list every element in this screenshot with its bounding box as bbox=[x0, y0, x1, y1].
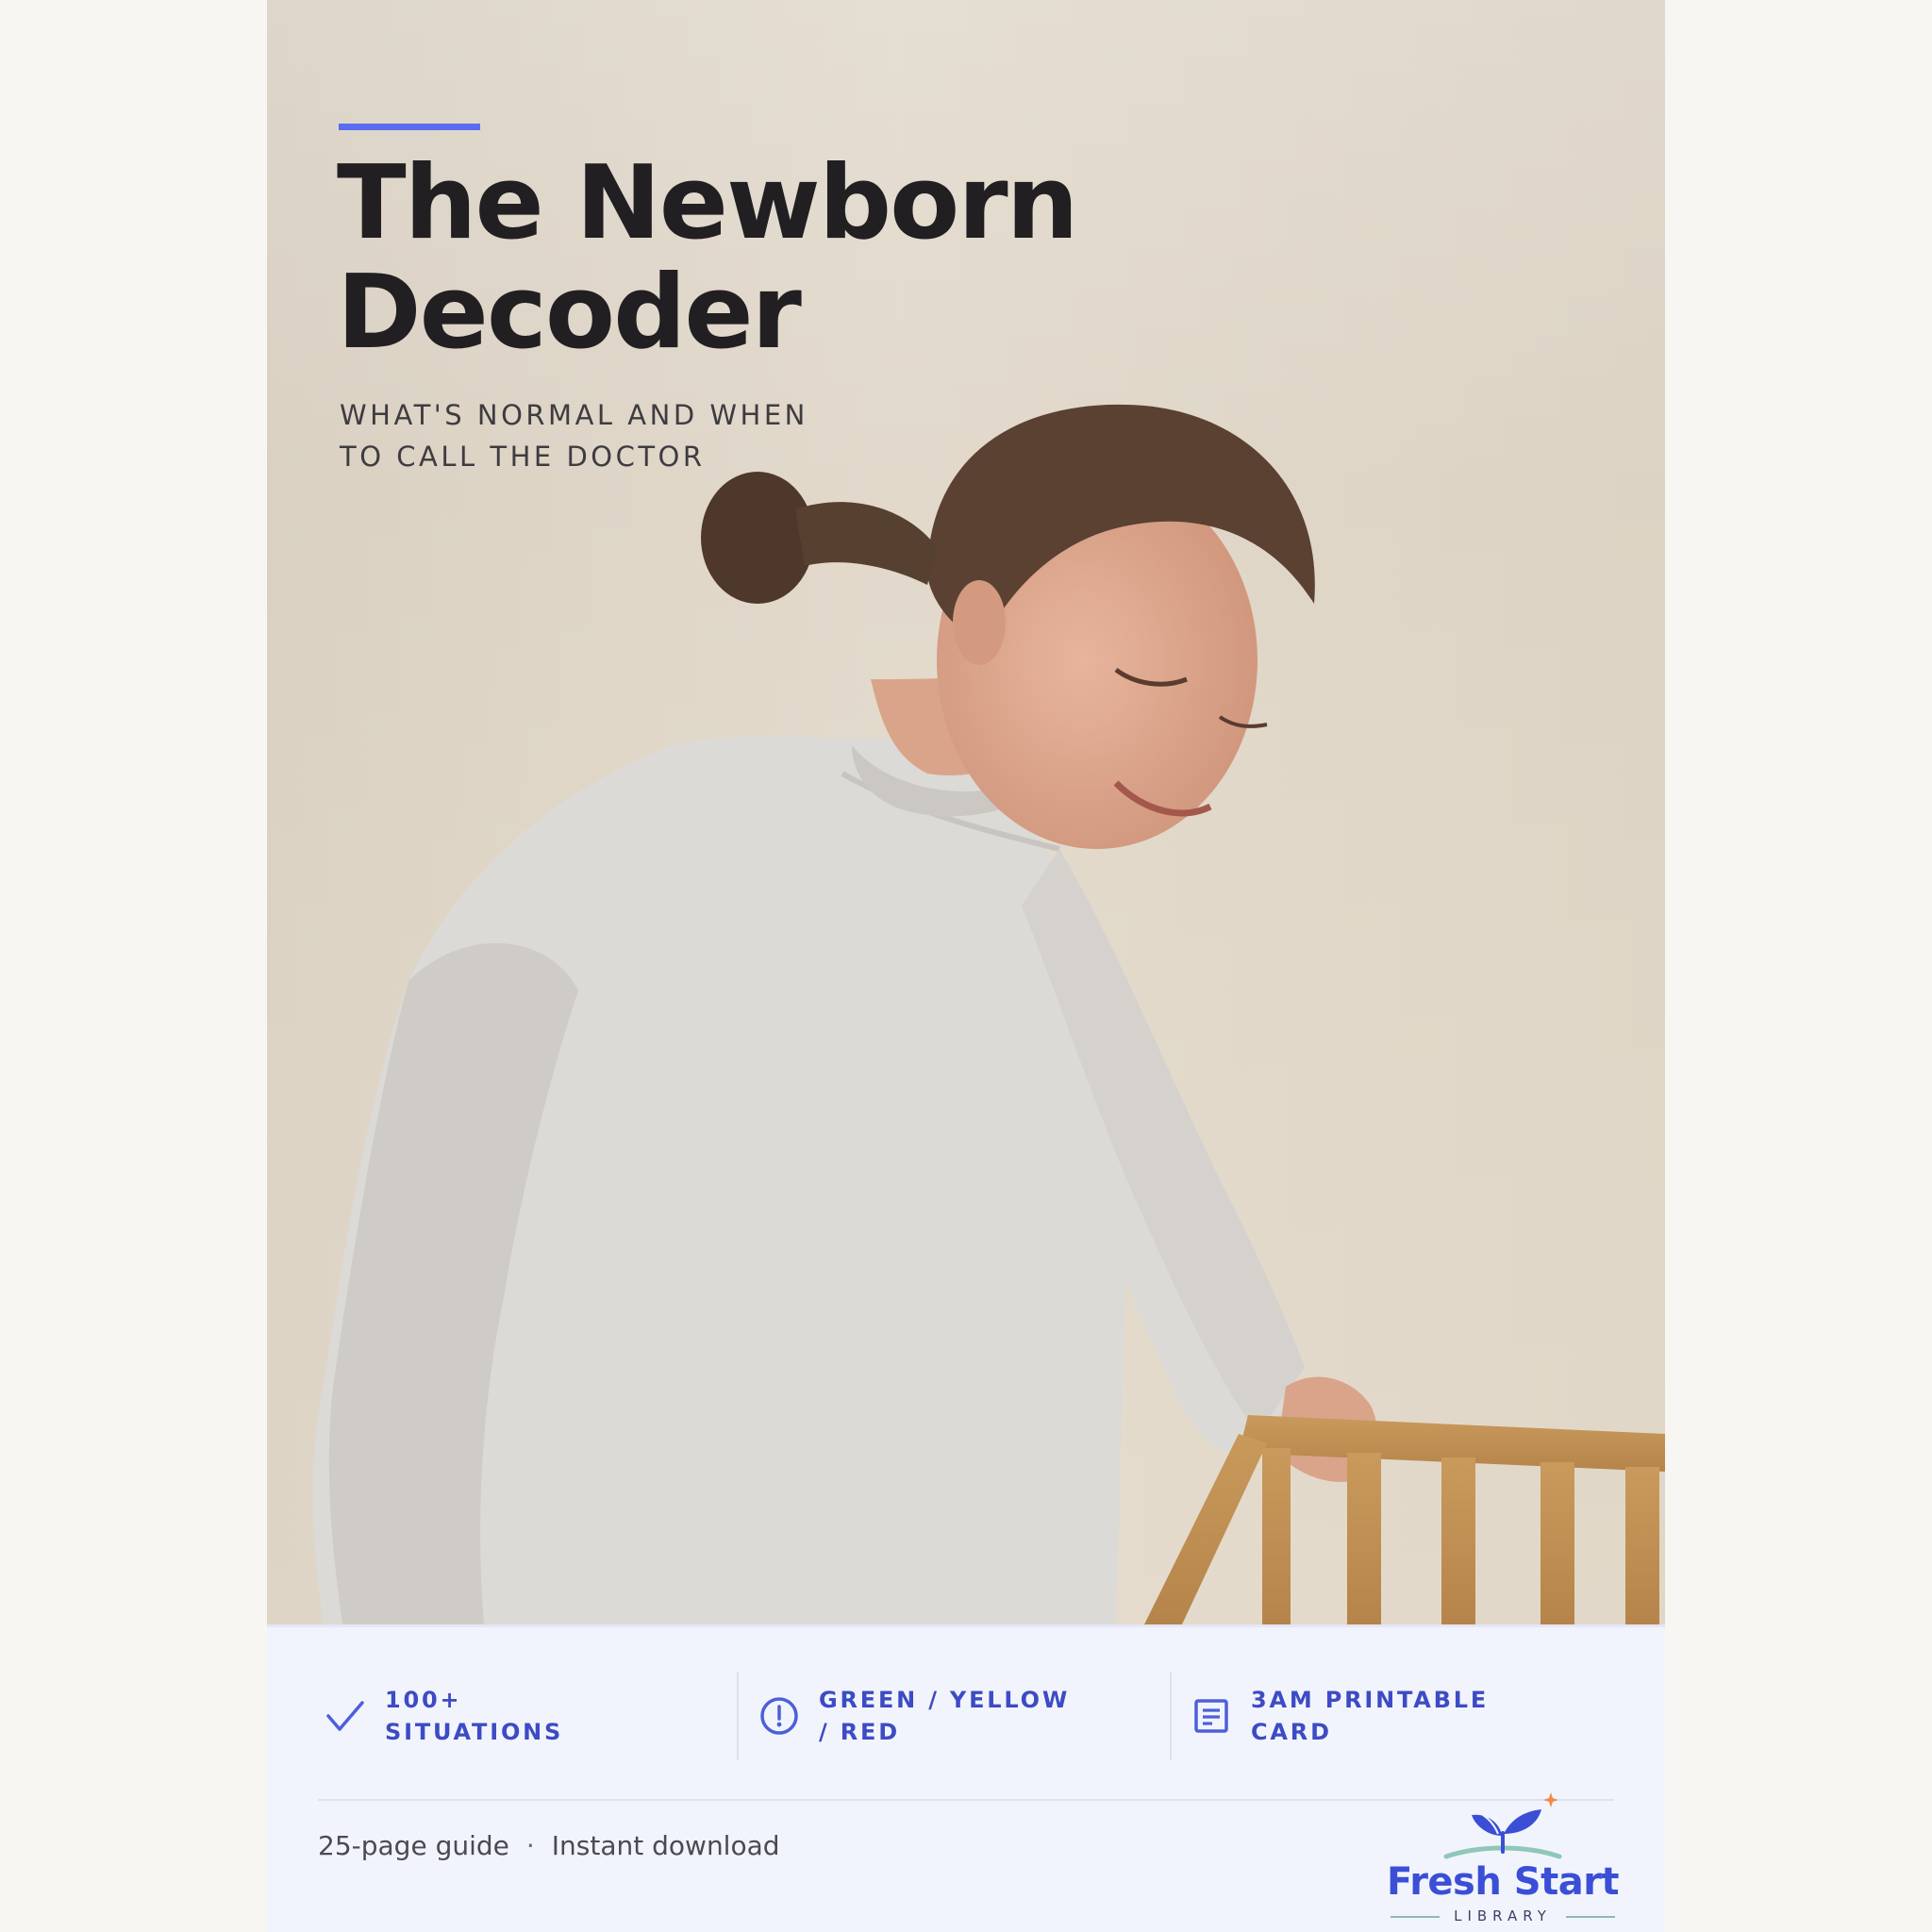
subtitle-line-1: WHAT'S NORMAL AND WHEN bbox=[340, 399, 808, 431]
feature-situations: 100+ SITUATIONS bbox=[325, 1672, 563, 1760]
feature-divider bbox=[737, 1672, 739, 1760]
brand-rule-right bbox=[1566, 1916, 1615, 1918]
feature-divider bbox=[1170, 1672, 1172, 1760]
check-icon bbox=[325, 1695, 366, 1737]
feature-label: 3AM PRINTABLE CARD bbox=[1251, 1684, 1489, 1748]
brand-name: Fresh Start bbox=[1386, 1860, 1620, 1904]
meta-separator: · bbox=[525, 1830, 535, 1861]
brand-logo: Fresh Start LIBRARY bbox=[1385, 1781, 1621, 1924]
document-icon bbox=[1191, 1695, 1232, 1737]
product-cover: The Newborn Decoder WHAT'S NORMAL AND WH… bbox=[267, 0, 1665, 1932]
title-line-2: Decoder bbox=[337, 254, 802, 372]
sprout-icon bbox=[1443, 1792, 1562, 1859]
product-meta: 25-page guide · Instant download bbox=[318, 1830, 780, 1861]
feature-label-line-1: 100+ bbox=[385, 1687, 462, 1713]
cover-subtitle: WHAT'S NORMAL AND WHEN TO CALL THE DOCTO… bbox=[340, 394, 906, 477]
feature-label-line-2: / RED bbox=[819, 1719, 900, 1745]
feature-label: 100+ SITUATIONS bbox=[385, 1684, 563, 1748]
alert-circle-icon bbox=[758, 1695, 800, 1737]
feature-label-line-2: SITUATIONS bbox=[385, 1719, 564, 1745]
page-count: 25-page guide bbox=[318, 1830, 509, 1861]
cover-title: The Newborn Decoder bbox=[337, 149, 1186, 368]
feature-traffic-light: GREEN / YELLOW / RED bbox=[758, 1672, 1070, 1760]
title-accent-bar bbox=[339, 124, 480, 130]
subtitle-line-2: TO CALL THE DOCTOR bbox=[340, 441, 706, 473]
delivery-info: Instant download bbox=[551, 1830, 780, 1861]
feature-label: GREEN / YELLOW / RED bbox=[819, 1684, 1070, 1748]
feature-label-line-1: 3AM PRINTABLE bbox=[1251, 1687, 1490, 1713]
cover-photo: The Newborn Decoder WHAT'S NORMAL AND WH… bbox=[267, 0, 1665, 1624]
title-line-1: The Newborn bbox=[337, 144, 1078, 262]
feature-label-line-2: CARD bbox=[1251, 1719, 1332, 1745]
feature-printable-card: 3AM PRINTABLE CARD bbox=[1191, 1672, 1489, 1760]
feature-label-line-1: GREEN / YELLOW bbox=[819, 1687, 1071, 1713]
